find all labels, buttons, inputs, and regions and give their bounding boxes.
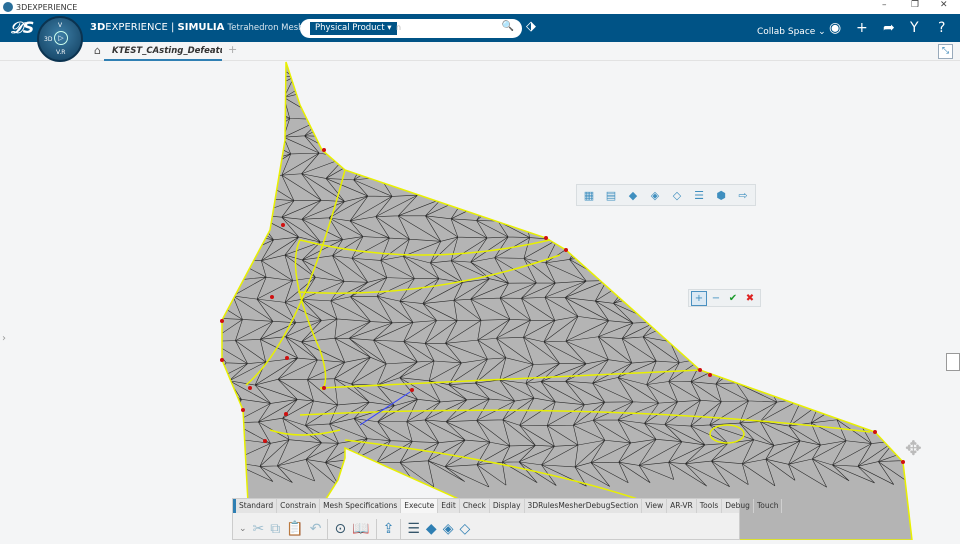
action-tab-view[interactable]: View: [642, 499, 668, 513]
share-icon[interactable]: ➦: [883, 20, 895, 36]
right-panel-toggle[interactable]: [946, 353, 960, 371]
app-title: 3DEXPERIENCE | SIMULIA Tetrahedron Meshe…: [90, 22, 313, 33]
mesh-vertex: [220, 319, 224, 323]
mesh-vertex: [873, 430, 877, 434]
copy-icon[interactable]: ⧉: [270, 521, 280, 537]
collapse-icon[interactable]: ⤡: [938, 44, 953, 59]
mesh-vertex: [285, 356, 289, 360]
mesh-quality-icon[interactable]: ⬢: [712, 187, 730, 204]
add-icon[interactable]: +: [691, 291, 707, 306]
search-input[interactable]: n: [396, 23, 401, 32]
mesh-vertex: [901, 460, 905, 464]
search-bar[interactable]: Physical Product ▾ n 🔍: [300, 19, 522, 38]
mesh-model[interactable]: [0, 61, 960, 541]
mesh-vertex: [270, 295, 274, 299]
mesh-vertex: [698, 368, 702, 372]
undo-icon[interactable]: ↶: [310, 521, 322, 537]
minimize-button[interactable]: –: [882, 0, 887, 10]
mesh-vertex: [564, 248, 568, 252]
home-icon[interactable]: ⌂: [94, 44, 101, 57]
execute-mesh-icon[interactable]: ◆: [426, 521, 437, 537]
side-panel-expand-icon[interactable]: ›: [2, 333, 6, 344]
delete-mesh-icon[interactable]: ◈: [443, 521, 454, 537]
action-tab-edit[interactable]: Edit: [438, 499, 460, 513]
cancel-icon[interactable]: ✖: [742, 291, 758, 306]
mesh-vertex: [322, 148, 326, 152]
delete-mesh-icon[interactable]: ◈: [646, 187, 664, 204]
top-bar: 𝒟S 3DEXPERIENCE | SIMULIA Tetrahedron Me…: [0, 14, 960, 42]
search-context-dropdown[interactable]: Physical Product ▾: [310, 22, 397, 35]
book-icon[interactable]: 📖: [352, 521, 369, 537]
update-mesh-icon[interactable]: ◇: [668, 187, 686, 204]
tab-document[interactable]: KTEST_CAsting_Defeaturing: [104, 44, 222, 61]
action-tab-debug[interactable]: Debug: [722, 499, 754, 513]
window-title: 3DEXPERIENCE: [16, 2, 78, 12]
action-tab-touch[interactable]: Touch: [754, 499, 783, 513]
user-icon[interactable]: ◉: [829, 20, 841, 36]
report-icon[interactable]: ☰: [690, 187, 708, 204]
mesh-vertex: [322, 386, 326, 390]
mesh-vertex: [241, 408, 245, 412]
expand-icon[interactable]: ⌄: [239, 524, 247, 534]
action-tab-mesh-specifications[interactable]: Mesh Specifications: [320, 499, 402, 513]
action-bar-icons: ⌄ ✂ ⧉ 📋 ↶ ⊙ 📖 ⇪ ☰ ◆ ◈ ◇: [233, 513, 739, 541]
remove-icon[interactable]: −: [708, 291, 724, 306]
export-icon[interactable]: ⇨: [734, 187, 752, 204]
cut-icon[interactable]: ✂: [253, 521, 265, 537]
tag-icon[interactable]: ⬗: [526, 19, 536, 34]
compass-widget[interactable]: V 3D ▷ V.R: [37, 16, 83, 62]
app-logo-icon: [3, 2, 13, 12]
action-tab-ar-vr[interactable]: AR-VR: [667, 499, 697, 513]
help-icon[interactable]: ?: [938, 20, 945, 36]
add-icon[interactable]: +: [856, 20, 868, 36]
action-tab-tools[interactable]: Tools: [697, 499, 723, 513]
action-bar: Standard Constrain Mesh Specifications Exec…: [232, 498, 783, 541]
action-tab-3drulesmesherdebugsection[interactable]: 3DRulesMesherDebugSection: [525, 499, 643, 513]
collab-space-dropdown[interactable]: Collab Space ⌄: [757, 27, 826, 37]
zoom-fit-icon[interactable]: ⊙: [334, 521, 346, 537]
context-toolbar: + − ✔ ✖: [688, 289, 761, 307]
paste-icon[interactable]: 📋: [286, 521, 303, 537]
window-titlebar: 3DEXPERIENCE – ❐ ✕: [0, 0, 960, 14]
view-robot-icon[interactable]: ✥: [905, 436, 922, 460]
update-mesh-icon[interactable]: ◇: [459, 521, 470, 537]
floating-toolbar: ▦ ▤ ◆ ◈ ◇ ☰ ⬢ ⇨: [576, 184, 756, 206]
mesh-surface: [222, 62, 912, 540]
mesh-spec-icon[interactable]: ▤: [602, 187, 620, 204]
mesh-vertex: [708, 373, 712, 377]
play-icon[interactable]: ▷: [54, 31, 68, 45]
ok-icon[interactable]: ✔: [725, 291, 741, 306]
mesh-part-icon[interactable]: ▦: [580, 187, 598, 204]
action-tab-display[interactable]: Display: [490, 499, 525, 513]
mesh-vertex: [281, 223, 285, 227]
close-button[interactable]: ✕: [940, 0, 948, 10]
execute-mesh-icon[interactable]: ◆: [624, 187, 642, 204]
report-icon[interactable]: ☰: [407, 521, 420, 537]
action-tab-check[interactable]: Check: [460, 499, 490, 513]
add-tab-button[interactable]: +: [228, 43, 237, 56]
action-tab-standard[interactable]: Standard: [233, 499, 278, 513]
3d-viewport[interactable]: › ✥: [0, 61, 960, 541]
action-tab-execute[interactable]: Execute: [401, 499, 439, 513]
mesh-vertex: [284, 412, 288, 416]
tab-bar: ⌂ KTEST_CAsting_Defeaturing + ⤡: [0, 42, 960, 61]
search-icon[interactable]: 🔍: [502, 21, 514, 32]
ds-logo-icon[interactable]: 𝒟S: [10, 18, 34, 38]
mesh-vertex: [544, 236, 548, 240]
mesh-vertex: [410, 388, 414, 392]
restore-button[interactable]: ❐: [911, 0, 919, 10]
mesh-vertex: [263, 439, 267, 443]
compass-apps-icon[interactable]: Y: [910, 20, 919, 36]
action-bar-tabs: Standard Constrain Mesh Specifications Exec…: [233, 499, 783, 513]
share-icon[interactable]: ⇪: [383, 521, 395, 537]
mesh-vertex: [248, 386, 252, 390]
mesh-vertex: [220, 358, 224, 362]
action-tab-constrain[interactable]: Constrain: [277, 499, 321, 513]
